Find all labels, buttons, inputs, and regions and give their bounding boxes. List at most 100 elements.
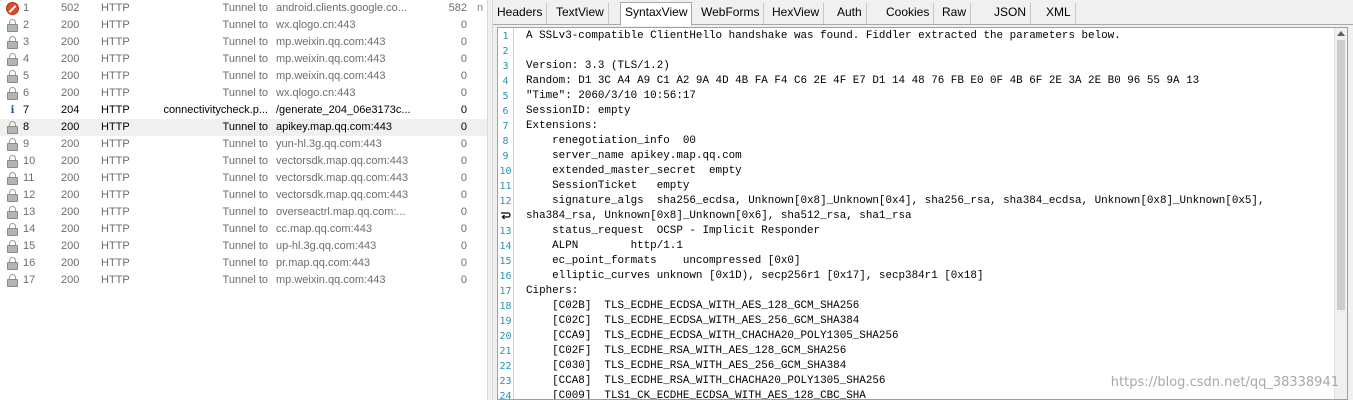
session-row[interactable]: 9 200 HTTP Tunnel to yun-hl.3g.qq.com:443 0 xyxy=(0,136,487,153)
session-url: overseactrl.map.qq.com:... xyxy=(276,206,406,218)
tab-raw[interactable]: Raw xyxy=(938,3,972,24)
code-text: server_name apikey.map.qq.com xyxy=(526,150,742,162)
session-row[interactable]: 6 200 HTTP Tunnel to wx.qlogo.cn:443 0 xyxy=(0,85,487,102)
line-number: 24 xyxy=(499,391,512,400)
session-number: 15 xyxy=(23,240,36,252)
session-row[interactable]: 17 200 HTTP Tunnel to mp.weixin.qq.com:443 0 xyxy=(0,272,487,289)
line-number: 20 xyxy=(499,331,512,342)
session-url: /generate_204_06e3173c... xyxy=(276,104,411,116)
session-protocol: HTTP xyxy=(101,172,130,184)
session-body-size: 0 xyxy=(460,206,467,218)
session-result: 200 xyxy=(61,257,80,269)
code-text: Version: 3.3 (TLS/1.2) xyxy=(526,60,670,72)
session-row[interactable]: 12 200 HTTP Tunnel to vectorsdk.map.qq.com:4… xyxy=(0,187,487,204)
session-row[interactable]: 3 200 HTTP Tunnel to mp.weixin.qq.com:443 0 xyxy=(0,34,487,51)
code-line: 17 Ciphers: xyxy=(498,284,1338,299)
session-number: 3 xyxy=(23,36,30,48)
session-row[interactable]: 11 200 HTTP Tunnel to vectorsdk.map.qq.com:4… xyxy=(0,170,487,187)
tab-webforms[interactable]: WebForms xyxy=(697,3,765,24)
code-text: [C02C] TLS_ECDHE_ECDSA_WITH_AES_256_GCM_… xyxy=(526,315,860,327)
lock-icon xyxy=(6,19,19,32)
code-line: 18 [C02B] TLS_ECDHE_ECDSA_WITH_AES_128_G… xyxy=(498,299,1338,314)
session-result: 200 xyxy=(61,36,80,48)
tab-hexview[interactable]: HexView xyxy=(768,3,825,24)
line-number: 12 xyxy=(499,196,512,207)
tab-textview[interactable]: TextView xyxy=(552,3,609,24)
code-line: 4 Random: D1 3C A4 A9 C1 A2 9A 4D 4B FA F… xyxy=(498,74,1338,89)
tab-cookies[interactable]: Cookies xyxy=(882,3,935,24)
vertical-scrollbar[interactable] xyxy=(1334,28,1347,399)
tab-json[interactable]: JSON xyxy=(990,3,1032,24)
session-number: 17 xyxy=(23,274,36,286)
session-list[interactable]: 1 502 HTTP Tunnel to android.clients.google.… xyxy=(0,0,487,400)
session-row[interactable]: 14 200 HTTP Tunnel to cc.map.qq.com:443 0 xyxy=(0,221,487,238)
scrollbar-thumb[interactable] xyxy=(1337,40,1345,310)
session-result: 200 xyxy=(61,189,80,201)
code-line: 1 A SSLv3-compatible ClientHello handshak… xyxy=(498,29,1338,44)
code-line: 10 extended_master_secret empty xyxy=(498,164,1338,179)
session-body-size: 0 xyxy=(460,104,467,116)
session-row[interactable]: 16 200 HTTP Tunnel to pr.map.qq.com:443 0 xyxy=(0,255,487,272)
session-truncated-column: n xyxy=(477,2,484,14)
lock-icon xyxy=(6,70,19,83)
session-result: 200 xyxy=(61,19,80,31)
session-result: 502 xyxy=(61,2,80,14)
session-result: 200 xyxy=(61,240,80,252)
session-host: Tunnel to xyxy=(222,121,268,133)
session-row[interactable]: 4 200 HTTP Tunnel to mp.weixin.qq.com:443 0 xyxy=(0,51,487,68)
tab-auth[interactable]: Auth xyxy=(833,3,867,24)
syntax-view[interactable]: 1 A SSLv3-compatible ClientHello handshak… xyxy=(497,27,1348,400)
code-line: 19 [C02C] TLS_ECDHE_ECDSA_WITH_AES_256_G… xyxy=(498,314,1338,329)
code-text: "Time": 2060/3/10 10:56:17 xyxy=(526,90,696,102)
lock-icon xyxy=(6,257,19,270)
code-line: 2 xyxy=(498,44,1338,59)
code-text: Random: D1 3C A4 A9 C1 A2 9A 4D 4B FA F4… xyxy=(526,75,1200,87)
session-body-size: 0 xyxy=(460,189,467,201)
session-result: 200 xyxy=(61,121,80,133)
code-line: 5 "Time": 2060/3/10 10:56:17 xyxy=(498,89,1338,104)
code-text: renegotiation_info 00 xyxy=(526,135,696,147)
session-host: Tunnel to xyxy=(222,53,268,65)
session-number: 8 xyxy=(23,121,30,133)
session-row[interactable]: 5 200 HTTP Tunnel to mp.weixin.qq.com:443 0 xyxy=(0,68,487,85)
tab-headers[interactable]: Headers xyxy=(493,3,548,24)
session-url: vectorsdk.map.qq.com:443 xyxy=(276,172,409,184)
tab-syntaxview[interactable]: SyntaxView xyxy=(620,2,693,26)
line-number: 8 xyxy=(502,136,509,147)
line-number: 22 xyxy=(499,361,512,372)
session-body-size: 0 xyxy=(460,223,467,235)
line-number: 3 xyxy=(502,61,509,72)
watermark: https://blog.csdn.net/qq_38338941 xyxy=(1110,375,1339,390)
code-line: 3 Version: 3.3 (TLS/1.2) xyxy=(498,59,1338,74)
session-row[interactable]: 13 200 HTTP Tunnel to overseactrl.map.qq.com… xyxy=(0,204,487,221)
lock-icon xyxy=(6,121,19,134)
session-url: pr.map.qq.com:443 xyxy=(276,257,371,269)
session-row[interactable]: 1 502 HTTP Tunnel to android.clients.google.… xyxy=(0,0,487,17)
line-number: 19 xyxy=(499,316,512,327)
code-text: [C02F] TLS_ECDHE_RSA_WITH_AES_128_GCM_SH… xyxy=(526,345,847,357)
scroll-up-arrow-icon[interactable] xyxy=(1337,31,1345,36)
session-protocol: HTTP xyxy=(101,155,130,167)
session-row[interactable]: i 7 204 HTTP connectivitycheck.p... /generate… xyxy=(0,102,487,119)
code-text: Extensions: xyxy=(526,120,598,132)
session-row[interactable]: 2 200 HTTP Tunnel to wx.qlogo.cn:443 0 xyxy=(0,17,487,34)
code-text: [CCA9] TLS_ECDHE_ECDSA_WITH_CHACHA20_POL… xyxy=(526,330,899,342)
session-url: vectorsdk.map.qq.com:443 xyxy=(276,189,409,201)
session-protocol: HTTP xyxy=(101,2,130,14)
session-number: 5 xyxy=(23,70,30,82)
session-row[interactable]: 8 200 HTTP Tunnel to apikey.map.qq.com:443 0 xyxy=(0,119,487,136)
line-number: 23 xyxy=(499,376,512,387)
lock-icon xyxy=(6,87,19,100)
lock-icon xyxy=(6,206,19,219)
session-row[interactable]: 15 200 HTTP Tunnel to up-hl.3g.qq.com:443 0 xyxy=(0,238,487,255)
session-url: android.clients.google.co... xyxy=(276,2,407,14)
code-text: SessionID: empty xyxy=(526,105,631,117)
code-line: 16 elliptic_curves unknown [0x1D), secp2… xyxy=(498,269,1338,284)
lock-icon xyxy=(6,240,19,253)
session-body-size: 0 xyxy=(460,36,467,48)
line-number: 10 xyxy=(499,166,512,177)
session-row[interactable]: 10 200 HTTP Tunnel to vectorsdk.map.qq.com:4… xyxy=(0,153,487,170)
session-body-size: 0 xyxy=(460,257,467,269)
tab-xml[interactable]: XML xyxy=(1042,3,1076,24)
code-text: [CCA8] TLS_ECDHE_RSA_WITH_CHACHA20_POLY1… xyxy=(526,375,886,387)
